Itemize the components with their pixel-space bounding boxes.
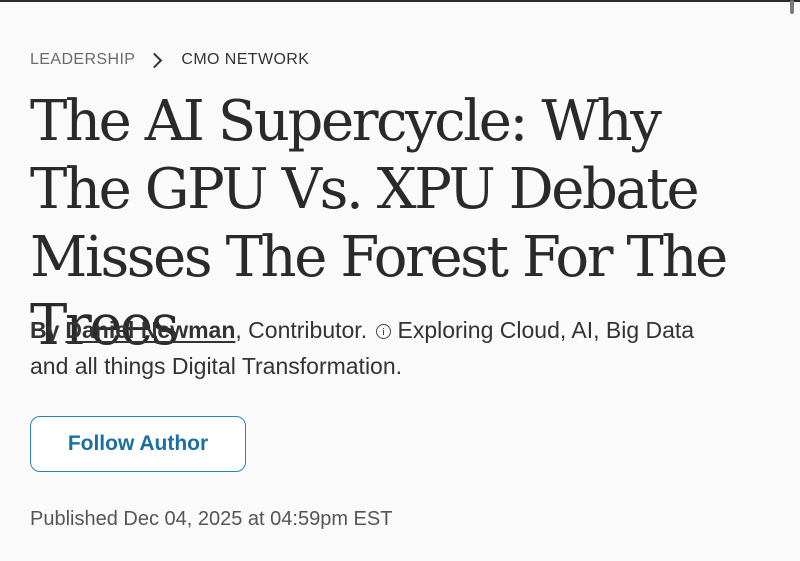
article-byline: By Daniel Newman, Contributor. Exploring … — [30, 312, 720, 384]
follow-author-button[interactable]: Follow Author — [30, 416, 246, 472]
byline-by-label: By — [30, 317, 60, 343]
breadcrumb-channel-link[interactable]: CMO NETWORK — [181, 51, 309, 69]
breadcrumb-section-link[interactable]: LEADERSHIP — [30, 51, 135, 69]
author-role: , Contributor. — [235, 317, 368, 343]
chevron-right-icon — [147, 52, 163, 68]
scrollbar-handle[interactable] — [790, 0, 794, 14]
breadcrumb: LEADERSHIP CMO NETWORK — [30, 50, 309, 70]
publish-date: Published Dec 04, 2025 at 04:59pm EST — [30, 508, 393, 530]
top-border — [0, 0, 800, 2]
info-circle-icon[interactable] — [376, 324, 392, 339]
author-name-link[interactable]: Daniel Newman — [65, 317, 235, 343]
